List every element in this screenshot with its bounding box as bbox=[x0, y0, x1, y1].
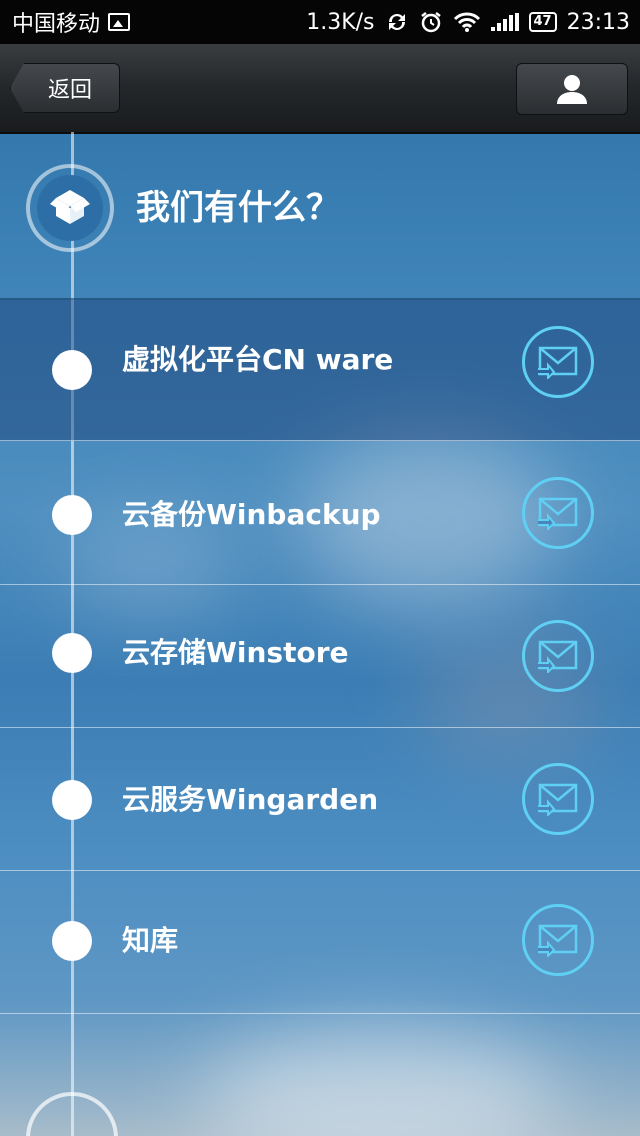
list-item[interactable]: 云存储Winstore bbox=[0, 585, 640, 728]
message-button[interactable] bbox=[522, 763, 594, 835]
list-item-label: 知库 bbox=[122, 924, 179, 957]
message-button[interactable] bbox=[522, 904, 594, 976]
list-item[interactable]: 云备份Winbackup bbox=[0, 441, 640, 585]
timeline-dot bbox=[52, 921, 92, 961]
status-bar: 中国移动 1.3K/s 47 23:13 bbox=[0, 0, 640, 44]
signal-strength-icon bbox=[490, 13, 519, 31]
mail-icon bbox=[538, 497, 578, 530]
alarm-icon bbox=[420, 12, 441, 33]
back-button[interactable]: 返回 bbox=[10, 63, 120, 113]
mail-icon bbox=[538, 346, 578, 379]
wifi-icon bbox=[453, 12, 480, 32]
user-icon bbox=[557, 75, 587, 104]
app-screen: 中国移动 1.3K/s 47 23:13 返回 我们有什么？ 虚拟化平台CN w… bbox=[0, 0, 640, 1136]
list-item[interactable]: 云服务Wingarden bbox=[0, 728, 640, 871]
mail-icon bbox=[538, 783, 578, 816]
timeline-dot bbox=[52, 350, 92, 390]
section-title: 我们有什么？ bbox=[136, 188, 340, 228]
list-item-label: 云存储Winstore bbox=[122, 636, 349, 669]
section-icon-ring bbox=[26, 164, 114, 252]
navigation-bar: 返回 bbox=[0, 44, 640, 134]
list-item[interactable]: 知库 bbox=[0, 871, 640, 1014]
timeline-dot bbox=[52, 633, 92, 673]
message-button[interactable] bbox=[522, 326, 594, 398]
network-speed: 1.3K/s bbox=[306, 9, 375, 35]
clock: 23:13 bbox=[566, 9, 630, 35]
list-item-label: 云服务Wingarden bbox=[122, 783, 379, 816]
timeline-dot bbox=[52, 495, 92, 535]
message-button[interactable] bbox=[522, 620, 594, 692]
list-item-label: 云备份Winbackup bbox=[122, 498, 381, 531]
mail-icon bbox=[538, 924, 578, 957]
image-notification-icon bbox=[108, 13, 131, 31]
back-button-label: 返回 bbox=[47, 78, 92, 103]
list-item[interactable]: 虚拟化平台CN ware bbox=[0, 300, 640, 441]
sync-icon bbox=[388, 14, 405, 30]
user-profile-button[interactable] bbox=[516, 63, 628, 115]
carrier-name: 中国移动 bbox=[12, 12, 101, 37]
timeline-dot bbox=[52, 780, 92, 820]
dropbox-box-icon bbox=[50, 190, 90, 224]
list-item-label: 虚拟化平台CN ware bbox=[122, 343, 394, 376]
message-button[interactable] bbox=[522, 477, 594, 549]
bg-blur bbox=[200, 1030, 560, 1136]
mail-icon bbox=[538, 640, 578, 673]
battery-icon: 47 bbox=[528, 12, 557, 32]
section-header: 我们有什么？ bbox=[0, 134, 640, 300]
next-section-icon-ring bbox=[26, 1092, 118, 1136]
